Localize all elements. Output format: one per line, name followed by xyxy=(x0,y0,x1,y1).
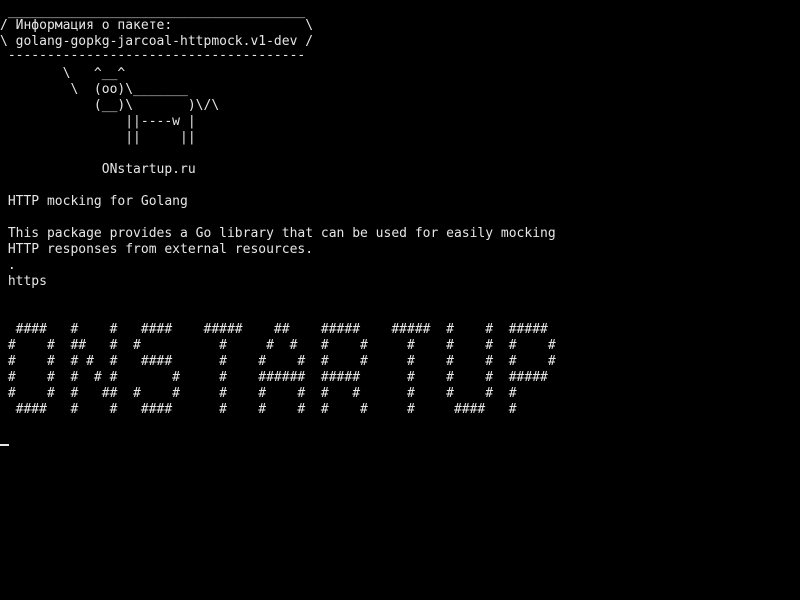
ascii-banner-line-1: #### # # #### ##### ## ##### ##### # # #… xyxy=(0,322,548,337)
ascii-cow-line-1: \ ^__^ xyxy=(0,66,126,81)
terminal-cursor xyxy=(0,444,9,446)
ascii-banner-line-5: # # # ## # # # # # # # # # # # xyxy=(0,386,517,401)
speech-bubble-title: / Информация о пакете: \ xyxy=(0,18,314,33)
ascii-banner-line-4: # # # # # # # ###### ##### # # # ##### xyxy=(0,370,548,385)
package-description-line-2: HTTP responses from external resources. xyxy=(0,242,314,257)
speech-bubble-bottom-border: -------------------------------------- xyxy=(0,48,306,63)
site-name: ONstartup.ru xyxy=(0,162,196,177)
ascii-cow-line-2: \ (oo)\_______ xyxy=(0,82,188,97)
ascii-banner-line-3: # # # # # #### # # # # # # # # # # xyxy=(0,354,556,369)
ascii-cow-line-3: (__)\ )\/\ xyxy=(0,98,220,113)
terminal-screen[interactable]: ______________________________________ /… xyxy=(0,0,800,600)
ascii-cow-line-5: || || xyxy=(0,130,196,145)
ascii-banner-line-6: #### # # #### # # # # # # #### # xyxy=(0,402,517,417)
package-homepage: https xyxy=(0,274,47,289)
package-description-line-1: This package provides a Go library that … xyxy=(0,226,556,241)
ascii-banner-line-2: # # ## # # # # # # # # # # # # xyxy=(0,338,556,353)
ascii-cow-line-4: ||----w | xyxy=(0,114,196,129)
package-description-dot: . xyxy=(0,258,16,273)
package-summary: HTTP mocking for Golang xyxy=(0,194,188,209)
